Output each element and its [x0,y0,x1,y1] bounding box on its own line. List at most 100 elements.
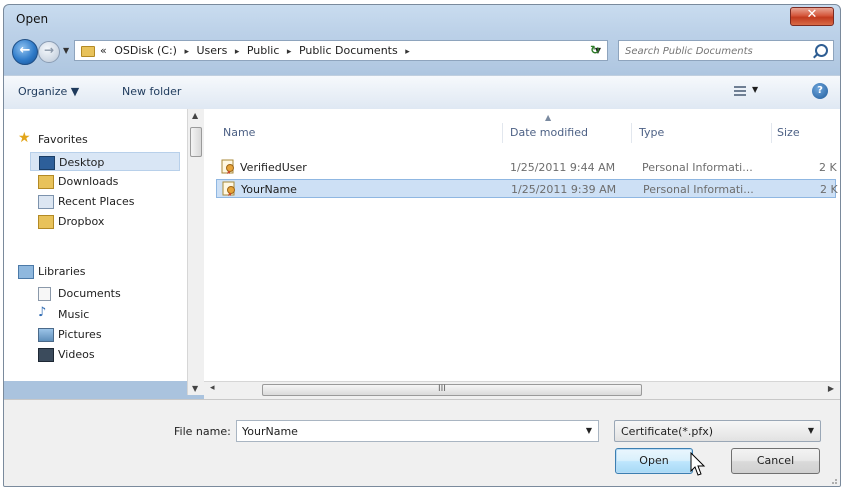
nav-libraries[interactable]: Libraries [4,262,176,281]
breadcrumb-public-documents[interactable]: Public Documents [299,44,398,57]
command-bar: Organize ▼ New folder ▼ ? [4,75,840,110]
nav-label: Favorites [38,133,88,146]
videos-icon [38,348,54,362]
views-icon[interactable] [734,86,746,96]
chevron-right-icon[interactable]: ▸ [184,47,189,57]
forward-button[interactable]: → [38,41,60,63]
file-date: 1/25/2011 9:39 AM [511,183,617,196]
breadcrumb: « OSDisk (C:) ▸ Users ▸ Public ▸ Public … [100,44,414,57]
nav-videos[interactable]: Videos [4,345,176,364]
new-folder-button[interactable]: New folder [122,85,181,98]
nav-pictures[interactable]: Pictures [4,325,176,344]
search-box[interactable] [618,40,834,61]
column-header-name[interactable]: Name [223,126,255,139]
downloads-folder-icon [38,175,54,189]
file-name-value[interactable]: YourName [242,425,298,438]
search-icon[interactable] [815,44,828,57]
nav-downloads[interactable]: Downloads [4,172,176,191]
recent-places-icon [38,195,54,209]
file-type-select[interactable]: Certificate(*.pfx) ▼ [614,420,821,442]
libraries-icon [18,265,34,279]
nav-label: Recent Places [58,195,135,208]
nav-music[interactable]: ♪ Music [4,305,176,324]
column-header-type[interactable]: Type [639,126,664,139]
certificate-icon [222,181,235,196]
chevron-down-icon[interactable]: ▼ [808,426,814,435]
documents-icon [38,287,51,301]
chevron-right-icon[interactable]: ▸ [287,47,292,57]
nav-recent-places[interactable]: Recent Places [4,192,176,211]
scroll-right-icon[interactable]: ▶ [828,384,834,393]
scroll-left-icon[interactable]: ◂ [210,383,215,393]
nav-favorites[interactable]: ★ Favorites [4,130,176,149]
chevron-right-icon[interactable]: ▸ [405,47,410,57]
breadcrumb-users[interactable]: Users [197,44,228,57]
breadcrumb-overflow[interactable]: « [100,44,107,57]
folder-icon [81,46,95,57]
column-header-size[interactable]: Size [777,126,800,139]
desktop-icon [39,156,55,170]
breadcrumb-osdisk[interactable]: OSDisk (C:) [114,44,177,57]
nav-label: Downloads [58,175,119,188]
nav-documents[interactable]: Documents [4,284,176,303]
nav-label: Music [58,308,90,321]
column-header-date[interactable]: Date modified [510,126,588,139]
file-date: 1/25/2011 9:44 AM [510,161,616,174]
recent-pages-dropdown[interactable]: ▼ [63,46,69,55]
nav-label: Libraries [38,265,86,278]
chevron-down-icon[interactable]: ▼ [586,426,592,435]
dropbox-folder-icon [38,215,54,229]
back-button[interactable]: ← [12,39,38,65]
back-arrow-icon: ← [19,43,31,58]
file-list-horizontal-scrollbar[interactable]: ◂ III ▶ [204,381,840,399]
close-icon: ✕ [806,7,818,22]
search-input[interactable] [623,43,807,60]
scroll-down-icon[interactable]: ▼ [192,384,198,393]
cancel-button[interactable]: Cancel [731,448,820,474]
dialog-title: Open [16,12,49,26]
navigation-pane: ★ Favorites Desktop Downloads Recent Pla… [4,109,187,381]
navigation-scrollbar[interactable]: ▲ ▼ [187,109,205,395]
breadcrumb-public[interactable]: Public [247,44,280,57]
organize-button[interactable]: Organize ▼ [18,85,79,98]
views-dropdown-icon[interactable]: ▼ [752,85,758,94]
certificate-icon [221,159,234,174]
file-name: YourName [241,183,297,196]
scroll-up-icon[interactable]: ▲ [192,111,198,120]
file-name-label: File name: [174,425,231,438]
refresh-icon[interactable]: ↻ [584,40,606,61]
column-divider[interactable] [771,123,772,143]
file-name-field[interactable]: YourName ▼ [236,420,599,442]
resize-grip-icon[interactable] [828,475,838,485]
mouse-cursor-icon [690,452,706,476]
nav-label: Dropbox [58,215,105,228]
file-name: VerifiedUser [240,161,307,174]
column-divider[interactable] [631,123,632,143]
file-type: Personal Informati... [642,161,753,174]
nav-dropbox[interactable]: Dropbox [4,212,176,231]
scroll-thumb[interactable]: III [262,384,642,396]
nav-desktop[interactable]: Desktop [30,152,180,171]
file-row-verifieduser[interactable]: VerifiedUser 1/25/2011 9:44 AM Personal … [216,158,837,177]
scroll-grip: III [438,384,446,394]
scroll-thumb[interactable] [190,127,202,157]
star-icon: ★ [18,130,31,146]
column-divider[interactable] [502,123,503,143]
address-row: ← → ▼ « OSDisk (C:) ▸ Users ▸ Public ▸ P… [4,37,840,67]
title-bar[interactable]: Open ✕ [4,5,840,33]
close-button[interactable]: ✕ [790,7,834,26]
nav-label: Desktop [59,156,105,169]
pictures-icon [38,328,54,342]
nav-label: Videos [58,348,95,361]
file-row-yourname[interactable]: YourName 1/25/2011 9:39 AM Personal Info… [216,179,838,198]
sort-ascending-icon: ▲ [545,113,552,122]
chevron-right-icon[interactable]: ▸ [235,47,240,57]
file-size: 2 K [819,161,837,174]
open-button[interactable]: Open [615,448,693,474]
file-size: 2 K [820,183,838,196]
file-type: Personal Informati... [643,183,754,196]
help-icon[interactable]: ? [812,83,828,99]
nav-label: Documents [58,287,121,300]
open-dialog: Open ✕ ← → ▼ « OSDisk (C:) ▸ Users ▸ Pub… [3,4,841,487]
address-bar[interactable]: « OSDisk (C:) ▸ Users ▸ Public ▸ Public … [74,40,608,61]
